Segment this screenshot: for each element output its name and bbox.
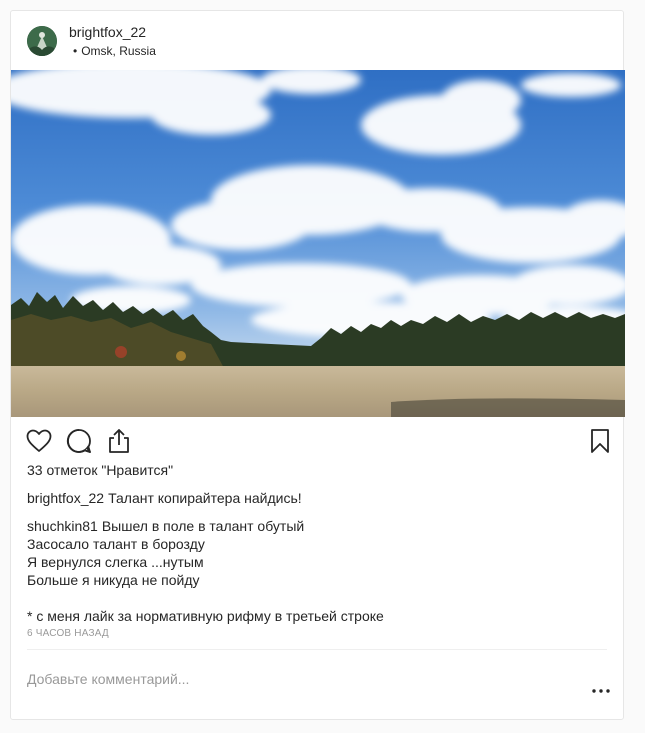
comment-author[interactable]: shuchkin81 bbox=[27, 518, 98, 534]
post-header: brightfox_22 • Omsk, Russia bbox=[11, 11, 623, 71]
caption: brightfox_22 Талант копирайтера найдись! bbox=[27, 489, 607, 507]
comments-list: brightfox_22 Талант копирайтера найдись! … bbox=[27, 489, 607, 625]
avatar[interactable] bbox=[27, 26, 57, 56]
caption-text: Талант копирайтера найдись! bbox=[108, 490, 302, 506]
comment-line-2: Засосало талант в борозду bbox=[27, 536, 205, 552]
comment-line-4: Больше я никуда не пойду bbox=[27, 572, 200, 588]
more-options-icon[interactable] bbox=[589, 681, 613, 701]
location-dot: • bbox=[73, 44, 78, 58]
comment-line-3: Я вернулся слегка ...нутым bbox=[27, 554, 204, 570]
divider bbox=[27, 649, 607, 650]
add-comment-input[interactable]: Добавьте комментарий... bbox=[27, 671, 189, 687]
comment-footnote: * с меня лайк за нормативную рифму в тре… bbox=[27, 608, 384, 624]
author-username[interactable]: brightfox_22 bbox=[69, 24, 146, 40]
bookmark-icon[interactable] bbox=[585, 426, 615, 456]
caption-author[interactable]: brightfox_22 bbox=[27, 490, 104, 506]
location-link[interactable]: • Omsk, Russia bbox=[73, 44, 156, 58]
post-card: brightfox_22 • Omsk, Russia 33 отметок "… bbox=[10, 10, 625, 720]
comment-item: shuchkin81 Вышел в поле в талант обутый З… bbox=[27, 517, 607, 625]
post-actions bbox=[11, 426, 623, 458]
post-timestamp[interactable]: 6 часов назад bbox=[27, 628, 109, 639]
location-text[interactable]: Omsk, Russia bbox=[81, 44, 156, 58]
comment-icon[interactable] bbox=[64, 426, 94, 456]
post-photo[interactable] bbox=[11, 70, 625, 417]
heart-icon[interactable] bbox=[24, 426, 54, 456]
share-icon[interactable] bbox=[104, 426, 134, 456]
comment-line-1: Вышел в поле в талант обутый bbox=[101, 518, 305, 534]
likes-count[interactable]: 33 отметок "Нравится" bbox=[27, 462, 173, 478]
